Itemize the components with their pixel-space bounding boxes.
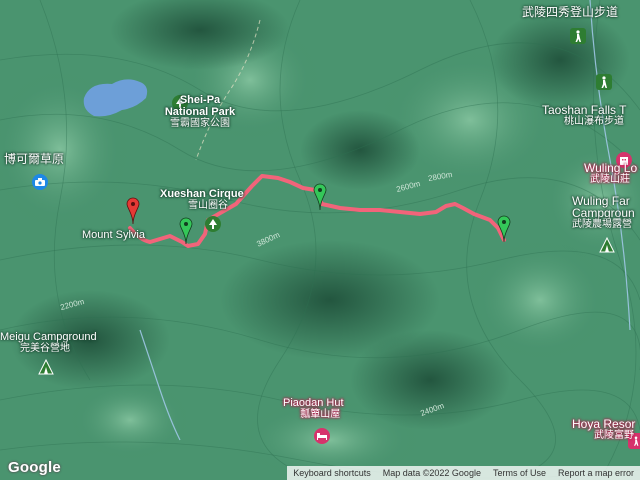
report-error-link[interactable]: Report a map error [552,468,640,478]
hoya-title: Hoya Resor [572,417,636,431]
meigu-zh: 完美谷營地 [20,343,70,354]
wuling-far-title-2: Campgroun [572,206,635,220]
hiker-icon[interactable] [570,28,586,44]
wuling-far-zh: 武陵農場露營 [572,219,632,230]
xueshan-cirque-title: Xueshan Cirque [160,188,244,200]
shei-pa-park-label[interactable]: Shei-Pa National Park 雪霸國家公園 [150,94,250,130]
hiker-icon[interactable] [596,74,612,90]
piaodan-hut-label[interactable]: Piaodan Hut 瓢簞山屋 [283,397,344,421]
bed-icon[interactable] [314,428,330,444]
wuling-lodge-label[interactable]: Wuling Lo 武陵山莊 [584,162,637,186]
xueshan-cirque-zh: 雪山圈谷 [188,200,228,211]
hoya-zh: 武陵富野 [594,430,634,441]
shei-pa-title-2: National Park [164,106,236,118]
tree-icon[interactable] [205,216,221,232]
campground-icon[interactable] [599,236,615,258]
map-footer: Keyboard shortcuts Map data ©2022 Google… [287,466,640,480]
piaodan-zh: 瓢簞山屋 [300,409,341,420]
piaodan-title: Piaodan Hut [283,397,344,409]
hoya-resort-label[interactable]: Hoya Resor 武陵富野 [572,418,635,442]
wuling-lo-title: Wuling Lo [584,161,638,175]
taoshan-title: Taoshan Falls T [542,103,627,117]
terms-link[interactable]: Terms of Use [487,468,552,478]
meigu-campground-label[interactable]: Meigu Campground 完美谷營地 [0,331,97,355]
wuling-lo-zh: 武陵山莊 [590,174,630,185]
campground-icon[interactable] [38,358,54,380]
keyboard-shortcuts-link[interactable]: Keyboard shortcuts [287,468,377,478]
map-data-text: Map data ©2022 Google [382,468,481,478]
bo-ke-label[interactable]: 博可爾草原 [4,153,64,165]
taoshan-falls-label[interactable]: Taoshan Falls T 桃山瀑布步道 [542,104,627,128]
google-logo-text: Google [8,459,61,476]
wuling-trail-label[interactable]: 武陵四秀登山步道 [522,6,618,18]
camera-icon[interactable] [32,174,48,190]
shei-pa-title-zh: 雪霸國家公園 [170,118,230,129]
meigu-title: Meigu Campground [0,331,97,343]
wuling-farm-label[interactable]: Wuling Far Campgroun 武陵農場露營 [572,195,635,231]
shei-pa-title-1: Shei-Pa [179,94,221,106]
mount-sylvia-label[interactable]: Mount Sylvia [82,229,145,241]
taoshan-zh: 桃山瀑布步道 [564,116,624,127]
map-view[interactable]: 3800m 2600m 2800m 2400m 2200m Shei-Pa Na… [0,0,640,480]
xueshan-cirque-label[interactable]: Xueshan Cirque 雪山圈谷 [160,188,270,212]
google-logo: Google [8,459,61,476]
